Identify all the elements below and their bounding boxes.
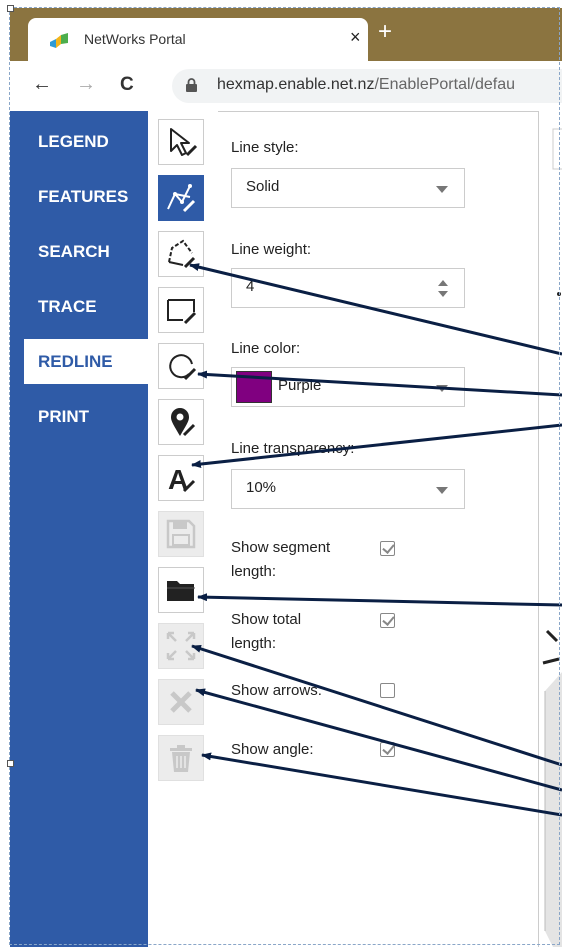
reload-icon[interactable]: C [120,74,134,96]
line-weight-label: Line weight: [231,241,312,258]
expand-icon [166,631,196,661]
color-swatch [236,371,272,403]
sidebar-item-search[interactable]: SEARCH [10,229,148,274]
line-style-label: Line style: [231,139,299,156]
folder-icon [167,581,195,601]
save-tool-button[interactable] [158,511,204,557]
line-transparency-label: Line transparency: [231,440,355,457]
redline-settings-panel: Line style: Solid Line weight: 4 Line co… [218,111,538,947]
zoom-extent-tool-button[interactable] [158,623,204,669]
resize-handle[interactable] [7,5,14,12]
show-angle-label: Show angle: [231,741,314,758]
select-tool-button[interactable] [158,119,204,165]
sidebar-item-trace[interactable]: TRACE [10,284,148,329]
show-arrows-label: Show arrows: [231,682,322,699]
trash-icon [170,745,192,772]
browser-tab-strip: NetWorks Portal × + [10,8,562,61]
line-style-value: Solid [246,178,280,195]
line-color-label: Line color: [231,340,301,357]
show-total-length-checkbox[interactable] [380,613,395,628]
show-total-length-label-line2: length: [231,635,277,652]
browser-tab[interactable]: NetWorks Portal × [28,18,368,61]
rectangle-icon [167,299,197,325]
show-angle-checkbox[interactable] [380,742,395,757]
tab-title: NetWorks Portal [84,31,186,47]
spin-down-icon[interactable] [438,291,448,297]
line-transparency-select[interactable]: 10% [231,469,465,509]
chevron-down-icon [436,487,448,494]
show-segment-length-label: Show segment [231,539,331,556]
show-total-length-label: Show total [231,611,302,628]
address-bar: ← → C hexmap.enable.net.nz/EnablePortal/… [10,61,562,112]
freehand-line-icon [167,184,196,213]
line-weight-value: 4 [246,278,255,295]
sidebar-item-features[interactable]: FEATURES [10,174,148,219]
delete-tool-button[interactable] [158,735,204,781]
new-tab-button[interactable]: + [378,20,392,44]
polygon-tool-button[interactable] [158,231,204,277]
line-color-select[interactable]: Purple [231,367,465,407]
map-view[interactable] [538,111,562,947]
text-icon: A [168,464,196,495]
resize-handle[interactable] [7,760,14,767]
clear-tool-button[interactable] [158,679,204,725]
chevron-down-icon [436,186,448,193]
line-transparency-value: 10% [246,479,277,496]
clear-icon [170,691,192,713]
networks-favicon-icon [50,33,68,48]
sidebar-item-print[interactable]: PRINT [10,394,148,439]
open-folder-tool-button[interactable] [158,567,204,613]
circle-tool-button[interactable] [158,343,204,389]
lock-icon [186,78,197,92]
circle-icon [169,354,197,381]
marker-icon [171,408,196,437]
rectangle-tool-button[interactable] [158,287,204,333]
show-arrows-checkbox[interactable] [380,683,395,698]
freehand-line-tool-button[interactable] [158,175,204,221]
show-segment-length-checkbox[interactable] [380,541,395,556]
marker-tool-button[interactable] [158,399,204,445]
spin-up-icon[interactable] [438,280,448,286]
tab-close-icon[interactable]: × [350,27,361,48]
sidebar-item-legend[interactable]: LEGEND [10,119,148,164]
show-segment-length-label-line2: length: [231,563,277,580]
back-arrow-icon[interactable]: ← [32,73,52,96]
line-style-select[interactable]: Solid [231,168,465,208]
sidebar-item-redline[interactable]: REDLINE [24,339,148,384]
sidebar: LEGEND FEATURES SEARCH TRACE REDLINE PRI… [10,111,148,947]
select-arrow-icon [170,128,198,157]
text-tool-button[interactable]: A [158,455,204,501]
chevron-down-icon [436,385,448,392]
redline-toolbar: A [148,111,218,947]
line-color-value: Purple [278,377,322,394]
map-features [542,128,562,947]
url-text: hexmap.enable.net.nz/EnablePortal/defau [217,76,515,93]
url-input[interactable]: hexmap.enable.net.nz/EnablePortal/defau [172,69,562,103]
forward-arrow-icon[interactable]: → [76,73,96,96]
save-icon [166,519,196,549]
line-weight-stepper[interactable]: 4 [231,268,465,308]
polygon-icon [168,239,196,269]
